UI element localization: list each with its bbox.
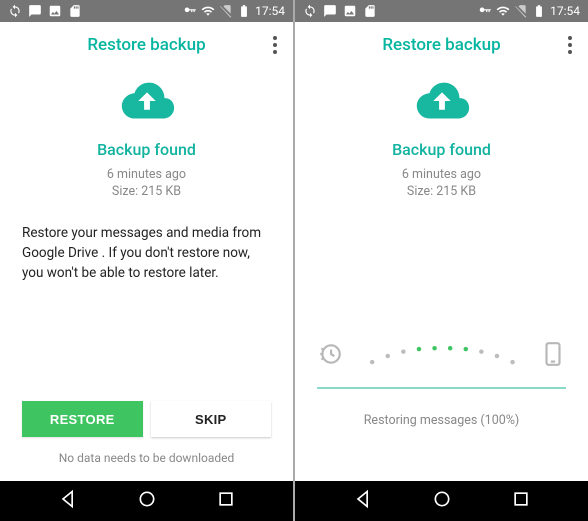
sync-icon bbox=[303, 4, 317, 18]
key-icon bbox=[183, 4, 197, 18]
home-button[interactable] bbox=[432, 489, 452, 513]
phone-left: 17:54 Restore backup Backup found 6 minu… bbox=[0, 0, 293, 521]
status-bar: 17:54 bbox=[295, 0, 588, 22]
back-button[interactable] bbox=[58, 489, 78, 513]
nav-bar bbox=[0, 481, 293, 521]
wifi-icon bbox=[201, 4, 215, 18]
battery-icon bbox=[237, 4, 251, 18]
restore-description: Restore your messages and media from Goo… bbox=[0, 223, 293, 284]
dots-path bbox=[349, 343, 534, 369]
backup-time: 6 minutes ago bbox=[402, 167, 481, 184]
backup-size: Size: 215 KB bbox=[402, 184, 481, 201]
key-icon bbox=[478, 4, 492, 18]
clock-label: 17:54 bbox=[550, 4, 580, 18]
sync-icon bbox=[8, 4, 22, 18]
clock-label: 17:54 bbox=[255, 4, 285, 18]
content: Backup found 6 minutes ago Size: 215 KB … bbox=[0, 68, 293, 481]
progress-bar bbox=[317, 387, 566, 389]
header: Restore backup bbox=[0, 22, 293, 68]
page-title: Restore backup bbox=[87, 35, 205, 55]
status-bar: 17:54 bbox=[0, 0, 293, 22]
status-right: 17:54 bbox=[478, 4, 580, 18]
back-button[interactable] bbox=[353, 489, 373, 513]
nav-bar bbox=[295, 481, 588, 521]
recent-button[interactable] bbox=[216, 489, 236, 513]
restoring-label: Restoring messages (100%) bbox=[364, 413, 520, 428]
chat-icon bbox=[323, 4, 337, 18]
phone-icon bbox=[540, 341, 566, 371]
backup-meta: 6 minutes ago Size: 215 KB bbox=[107, 167, 186, 201]
recent-button[interactable] bbox=[511, 489, 531, 513]
image-icon bbox=[343, 4, 357, 18]
no-sim-icon bbox=[514, 4, 528, 18]
content: Backup found 6 minutes ago Size: 215 KB bbox=[295, 68, 588, 481]
footnote: No data needs to be downloaded bbox=[59, 451, 235, 465]
button-row: RESTORE SKIP bbox=[0, 401, 293, 437]
backup-found-label: Backup found bbox=[97, 140, 196, 159]
sd-icon bbox=[68, 4, 82, 18]
overflow-menu-icon[interactable] bbox=[562, 30, 578, 60]
transfer-graphic bbox=[295, 341, 588, 371]
cloud-upload-icon bbox=[411, 78, 473, 126]
sd-icon bbox=[363, 4, 377, 18]
image-icon bbox=[48, 4, 62, 18]
home-button[interactable] bbox=[137, 489, 157, 513]
backup-time: 6 minutes ago bbox=[107, 167, 186, 184]
page-title: Restore backup bbox=[382, 35, 500, 55]
overflow-menu-icon[interactable] bbox=[267, 30, 283, 60]
battery-icon bbox=[532, 4, 546, 18]
status-left bbox=[303, 4, 377, 18]
wifi-icon bbox=[496, 4, 510, 18]
backup-size: Size: 215 KB bbox=[107, 184, 186, 201]
phone-right: 17:54 Restore backup Backup found 6 minu… bbox=[295, 0, 588, 521]
status-left bbox=[8, 4, 82, 18]
no-sim-icon bbox=[219, 4, 233, 18]
backup-meta: 6 minutes ago Size: 215 KB bbox=[402, 167, 481, 201]
backup-found-label: Backup found bbox=[392, 140, 491, 159]
restore-button[interactable]: RESTORE bbox=[22, 401, 143, 437]
cloud-upload-icon bbox=[116, 78, 178, 126]
chat-icon bbox=[28, 4, 42, 18]
skip-button[interactable]: SKIP bbox=[151, 401, 272, 437]
status-right: 17:54 bbox=[183, 4, 285, 18]
header: Restore backup bbox=[295, 22, 588, 68]
history-icon bbox=[317, 341, 343, 371]
